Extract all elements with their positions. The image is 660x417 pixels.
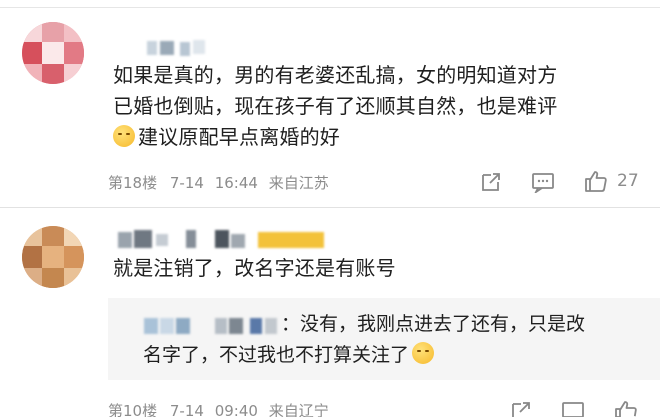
floor-number: 第18楼 xyxy=(108,174,158,192)
comment-location: 来自辽宁 xyxy=(268,402,329,417)
thumbs-up-icon[interactable] xyxy=(613,398,639,417)
comment-meta: 第18楼 7-14 16:44 来自江苏 xyxy=(108,172,329,193)
share-icon[interactable] xyxy=(480,171,502,193)
reply-text: ：没有，我刚点进去了还有，只是改 名字了，不过我也不打算关注了 xyxy=(143,309,653,371)
comment-location: 来自江苏 xyxy=(268,174,329,192)
like-button[interactable]: 27 xyxy=(583,168,639,194)
comment-icon[interactable] xyxy=(531,171,555,193)
reply-line: ：没有，我刚点进去了还有，只是改 xyxy=(281,313,586,335)
comment-divider xyxy=(0,207,660,208)
comment-date: 7-14 xyxy=(169,174,204,192)
thumbs-up-icon xyxy=(583,168,609,194)
comment-icon[interactable] xyxy=(561,400,585,417)
comment-meta: 第10楼 7-14 09:40 来自辽宁 xyxy=(108,400,329,417)
comment-line: 建议原配早点离婚的好 xyxy=(113,122,643,153)
avatar[interactable] xyxy=(22,22,84,84)
top-divider xyxy=(0,7,660,8)
share-icon[interactable] xyxy=(510,400,532,417)
comment-text: 如果是真的，男的有老婆还乱搞，女的明知道对方 已婚也倒贴，现在孩子有了还顺其自然… xyxy=(113,60,643,153)
comment-date: 7-14 xyxy=(169,402,204,417)
comment-time: 09:40 xyxy=(214,402,258,417)
comment-line: 如果是真的，男的有老婆还乱搞，女的明知道对方 xyxy=(113,63,558,87)
comment-line: 已婚也倒贴，现在孩子有了还顺其自然，也是难评 xyxy=(113,94,558,118)
reply-line: 名字了，不过我也不打算关注了 xyxy=(143,340,653,371)
floor-number: 第10楼 xyxy=(108,402,158,417)
avatar[interactable] xyxy=(22,226,84,288)
shush-emoji-icon xyxy=(113,125,135,147)
comment-text: 就是注销了，改名字还是有账号 xyxy=(113,256,396,280)
comment-time: 16:44 xyxy=(214,174,258,192)
laugh-emoji-icon xyxy=(412,342,435,364)
like-count: 27 xyxy=(617,171,639,191)
